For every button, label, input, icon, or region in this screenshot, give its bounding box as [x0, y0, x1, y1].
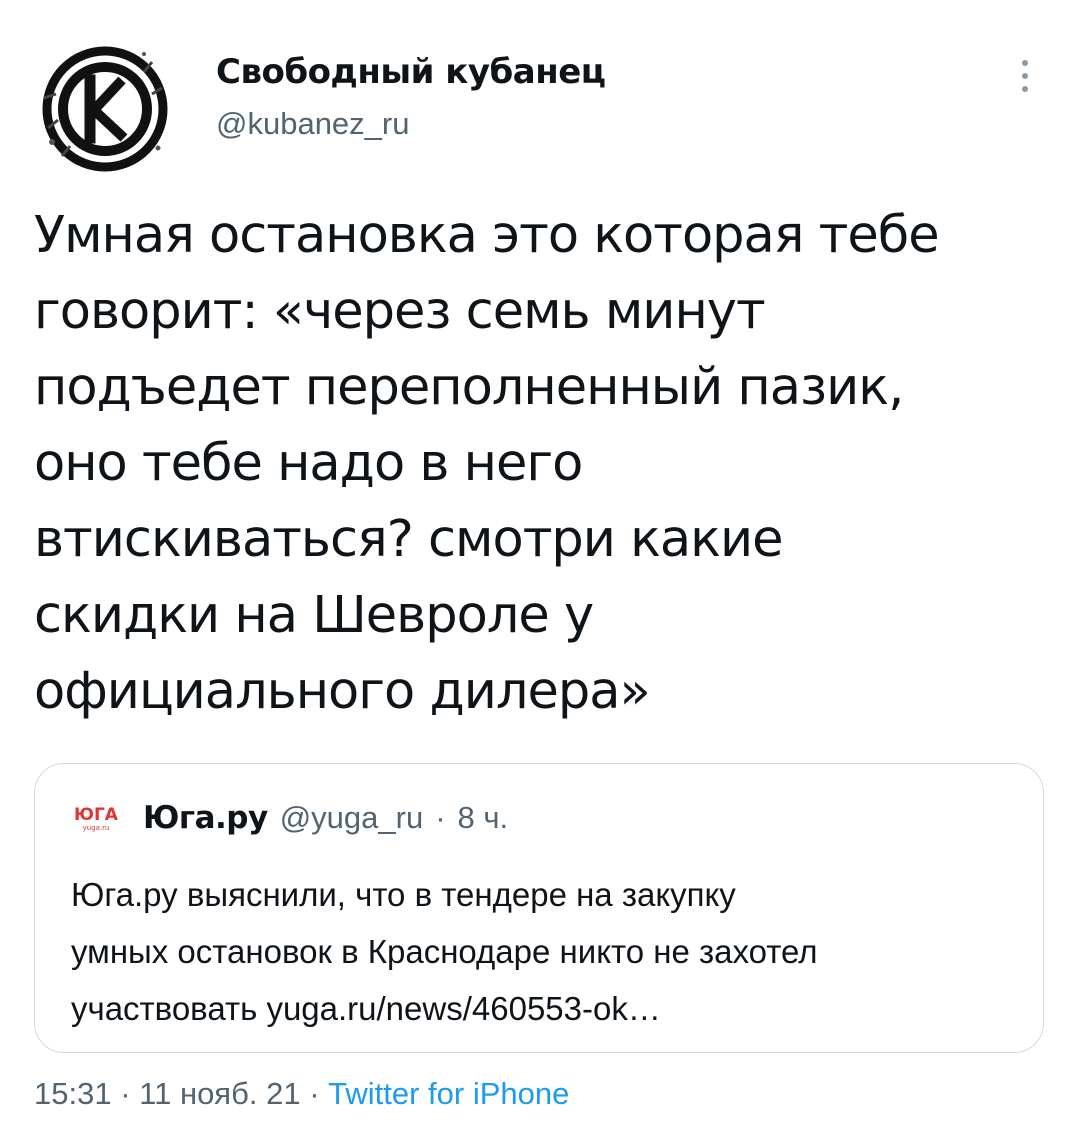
- tweet-source-link[interactable]: Twitter for iPhone: [328, 1076, 569, 1111]
- tweet-time[interactable]: 15:31: [34, 1076, 112, 1111]
- footer-separator: ·: [309, 1076, 320, 1111]
- yuga-logo-icon: ЮГА yuga.ru: [71, 803, 121, 833]
- quoted-tweet[interactable]: ЮГА yuga.ru Юга.ру @yuga_ru · 8 ч. Юга.р…: [34, 763, 1044, 1053]
- tweet-date[interactable]: 11 нояб. 21: [139, 1076, 300, 1111]
- tweet-card: Свободный кубанец @kubanez_ru Умная оста…: [0, 0, 1080, 1138]
- kubanez-logo-icon: [42, 46, 168, 172]
- quoted-author-name[interactable]: Юга.ру: [143, 800, 268, 836]
- author-handle[interactable]: @kubanez_ru: [216, 106, 605, 142]
- quoted-time[interactable]: 8 ч.: [458, 800, 509, 836]
- yuga-logo-text: ЮГА: [74, 805, 119, 825]
- tweet-footer: 15:31 · 11 нояб. 21 · Twitter for iPhone: [34, 1076, 569, 1112]
- more-options-icon[interactable]: [1010, 56, 1040, 96]
- author-display-name[interactable]: Свободный кубанец: [216, 52, 606, 92]
- footer-separator: ·: [120, 1076, 131, 1111]
- quoted-tweet-text: Юга.ру выяснили, что в тендере на закупк…: [71, 876, 818, 1027]
- tweet-text: Умная остановка это которая тебе говорит…: [34, 206, 940, 721]
- author-avatar[interactable]: [34, 38, 176, 180]
- author-block: Свободный кубанец @kubanez_ru: [216, 52, 606, 142]
- quoted-separator: ·: [435, 800, 446, 835]
- quoted-author-handle[interactable]: @yuga_ru: [280, 800, 424, 836]
- quoted-tweet-header: ЮГА yuga.ru Юга.ру @yuga_ru · 8 ч.: [71, 800, 508, 836]
- yuga-logo-subtext: yuga.ru: [83, 824, 110, 832]
